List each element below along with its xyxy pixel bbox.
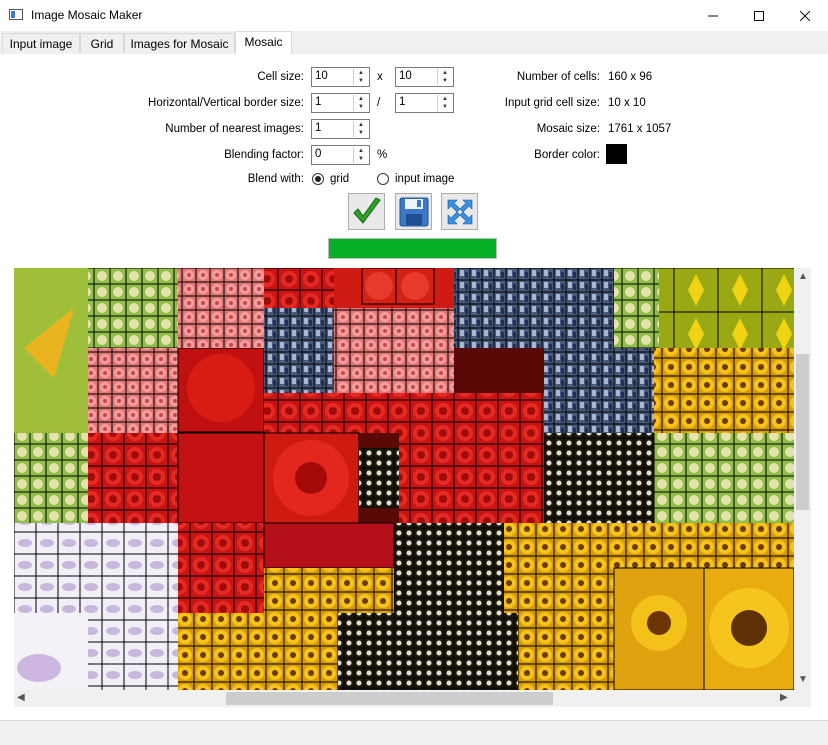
spin-arrows-icon[interactable]: ▲ ▼	[437, 69, 452, 85]
scroll-down-icon[interactable]: ▼	[798, 674, 808, 685]
vertical-scroll-thumb[interactable]	[796, 354, 809, 510]
blend-with-label: Blend with:	[247, 173, 304, 185]
maximize-icon[interactable]	[736, 0, 782, 31]
apply-button[interactable]	[348, 193, 385, 230]
blend-grid-label: grid	[330, 173, 350, 185]
vertical-scrollbar[interactable]: ▲ ▼	[794, 268, 811, 690]
blending-factor-value: 0	[315, 148, 322, 160]
border-v-spinbox[interactable]: 1 ▲ ▼	[395, 93, 454, 113]
mosaic-image	[14, 268, 794, 690]
nearest-images-value: 1	[315, 122, 322, 134]
grid-cell-label: Input grid cell size:	[504, 97, 600, 109]
fit-button[interactable]	[441, 193, 478, 230]
border-h-spinbox[interactable]: 1 ▲ ▼	[311, 93, 370, 113]
close-icon[interactable]	[782, 0, 828, 31]
border-color-label: Border color:	[534, 149, 600, 161]
spin-arrows-icon[interactable]: ▲ ▼	[353, 69, 368, 85]
border-size-label: Horizontal/Vertical border size:	[148, 97, 304, 109]
mosaic-image-viewport[interactable]	[14, 268, 794, 690]
cell-width-spinbox[interactable]: 10 ▲ ▼	[311, 67, 370, 87]
border-v-value: 1	[399, 96, 406, 108]
nearest-images-spinbox[interactable]: 1 ▲ ▼	[311, 119, 370, 139]
cell-size-label: Cell size:	[257, 71, 304, 83]
cell-width-value: 10	[315, 70, 328, 82]
title-bar: Image Mosaic Maker	[0, 0, 828, 31]
status-area	[0, 720, 828, 745]
cell-height-value: 10	[399, 70, 412, 82]
scroll-up-icon[interactable]: ▲	[798, 271, 808, 282]
cells-value: 160 x 96	[608, 71, 653, 83]
cell-height-spinbox[interactable]: 10 ▲ ▼	[395, 67, 454, 87]
border-h-value: 1	[315, 96, 322, 108]
floppy-disk-icon	[399, 197, 428, 226]
blend-input-image-label: input image	[395, 173, 455, 185]
spin-arrows-icon[interactable]: ▲ ▼	[437, 95, 452, 111]
scroll-right-icon[interactable]: ▶	[780, 692, 788, 703]
tab-bar: Input image Grid Images for Mosaic Mosai…	[0, 31, 828, 55]
progress-bar	[328, 238, 497, 259]
spin-arrows-icon[interactable]: ▲ ▼	[353, 121, 368, 137]
tab-mosaic[interactable]: Mosaic	[235, 31, 292, 55]
cells-label: Number of cells:	[516, 71, 600, 83]
blend-grid-radio[interactable]	[312, 173, 324, 185]
horizontal-scrollbar[interactable]: ◀ ▶	[14, 690, 794, 707]
blending-factor-label: Blending factor:	[224, 149, 304, 161]
blending-unit: %	[377, 149, 388, 161]
border-color-swatch[interactable]	[606, 144, 627, 164]
mosaic-size-label: Mosaic size:	[536, 123, 600, 135]
cell-size-separator: x	[377, 71, 383, 83]
save-button[interactable]	[395, 193, 432, 230]
minimize-icon[interactable]	[690, 0, 736, 31]
window-title: Image Mosaic Maker	[31, 8, 143, 22]
tab-input-image[interactable]: Input image	[2, 33, 80, 53]
app-window-icon	[9, 9, 23, 20]
tab-images-for-mosaic[interactable]: Images for Mosaic	[124, 33, 235, 53]
horizontal-scroll-thumb[interactable]	[226, 692, 553, 705]
scroll-corner	[794, 690, 811, 707]
grid-cell-value: 10 x 10	[608, 97, 646, 109]
spin-arrows-icon[interactable]: ▲ ▼	[353, 95, 368, 111]
nearest-images-label: Number of nearest images:	[165, 123, 304, 135]
blending-factor-spinbox[interactable]: 0 ▲ ▼	[311, 145, 370, 165]
blend-input-image-radio[interactable]	[377, 173, 389, 185]
scroll-left-icon[interactable]: ◀	[17, 692, 25, 703]
mosaic-size-value: 1761 x 1057	[608, 123, 672, 135]
checkmark-icon	[352, 196, 381, 224]
border-separator: /	[377, 97, 381, 109]
progress-fill	[329, 239, 496, 258]
expand-arrows-icon	[447, 199, 472, 224]
spin-arrows-icon[interactable]: ▲ ▼	[353, 147, 368, 163]
tab-grid[interactable]: Grid	[80, 33, 124, 53]
